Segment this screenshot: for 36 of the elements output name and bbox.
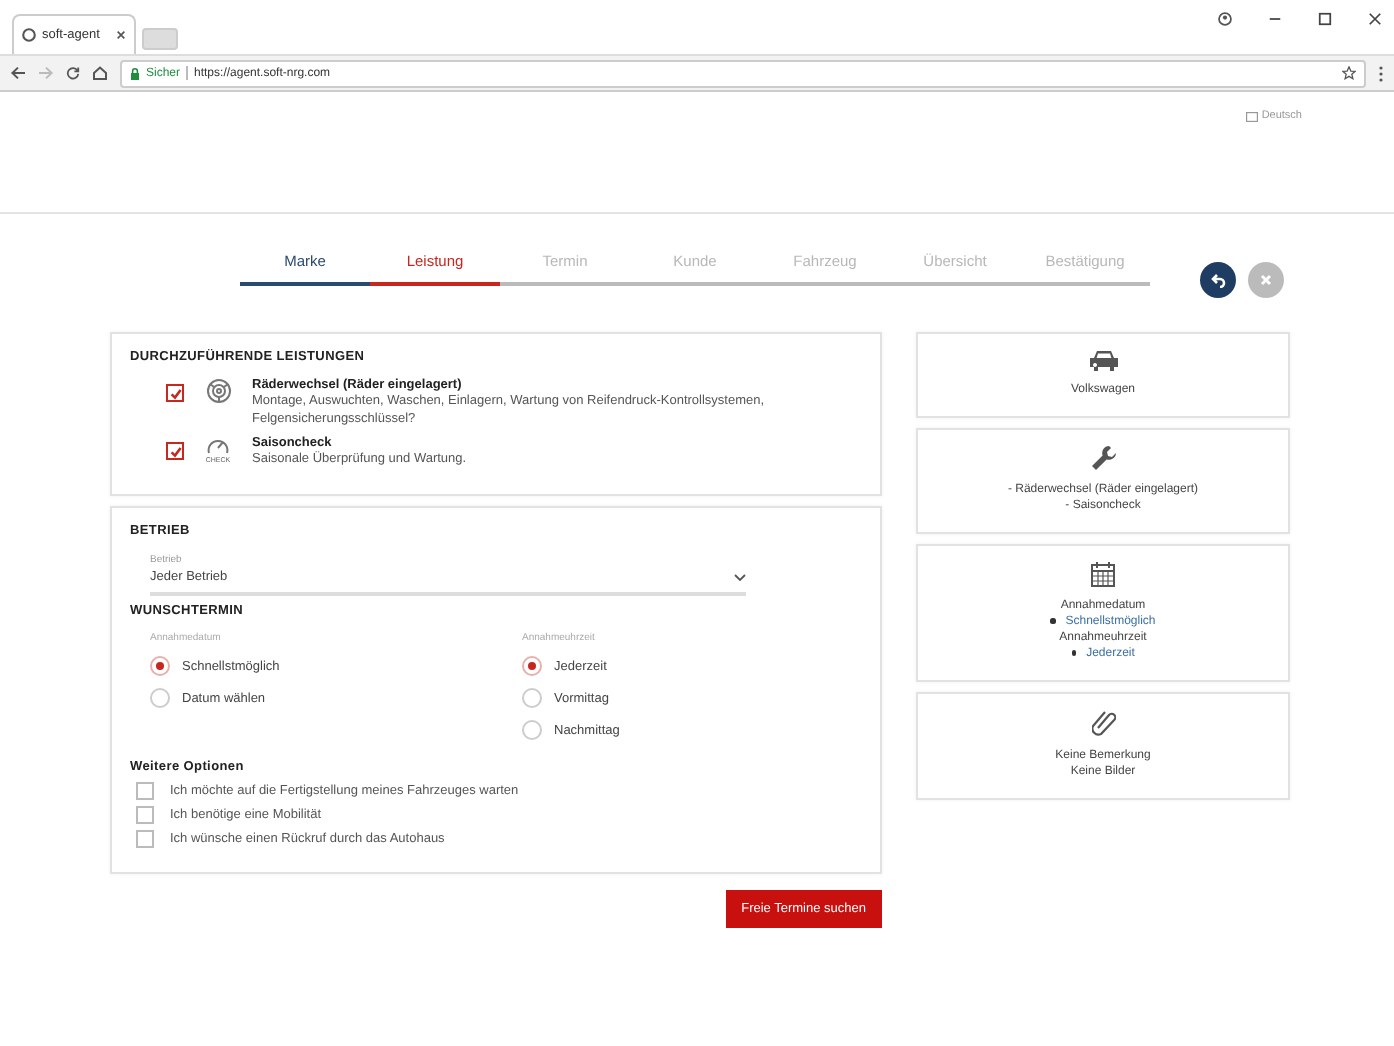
language-icon [1245, 111, 1258, 121]
checkbox[interactable] [166, 442, 184, 460]
checkbox[interactable] [136, 830, 154, 848]
minimize-icon [1268, 12, 1282, 26]
star-icon [1342, 66, 1356, 80]
new-tab-button[interactable] [142, 28, 178, 50]
account-icon [1218, 12, 1232, 26]
undo-icon [1210, 272, 1226, 288]
car-icon [1087, 348, 1119, 372]
radio-button[interactable] [522, 688, 542, 708]
reload-icon [66, 66, 80, 80]
globe-icon [22, 28, 36, 42]
radio-button[interactable] [522, 656, 542, 676]
lock-icon [130, 67, 140, 79]
maximize-icon [1318, 12, 1332, 26]
radio-button[interactable] [522, 720, 542, 740]
paperclip-icon [1091, 708, 1115, 738]
menu-icon [1378, 65, 1384, 81]
radio-button[interactable] [150, 688, 170, 708]
close-icon [1260, 274, 1272, 286]
checkbox[interactable] [136, 806, 154, 824]
close-icon [1368, 12, 1382, 26]
cancel-button[interactable] [1248, 262, 1284, 298]
close-icon [116, 30, 126, 40]
wrench-icon [1089, 444, 1117, 472]
checkbox[interactable] [136, 782, 154, 800]
back-arrow-icon [10, 66, 26, 80]
forward-arrow-icon [38, 66, 54, 80]
chevron-down-icon [734, 573, 746, 581]
gauge-icon [206, 436, 230, 456]
home-icon [92, 66, 108, 80]
back-button[interactable] [1200, 262, 1236, 298]
radio-button[interactable] [150, 656, 170, 676]
calendar-icon [1090, 560, 1116, 588]
checkbox[interactable] [166, 384, 184, 402]
wheel-icon [205, 378, 231, 404]
